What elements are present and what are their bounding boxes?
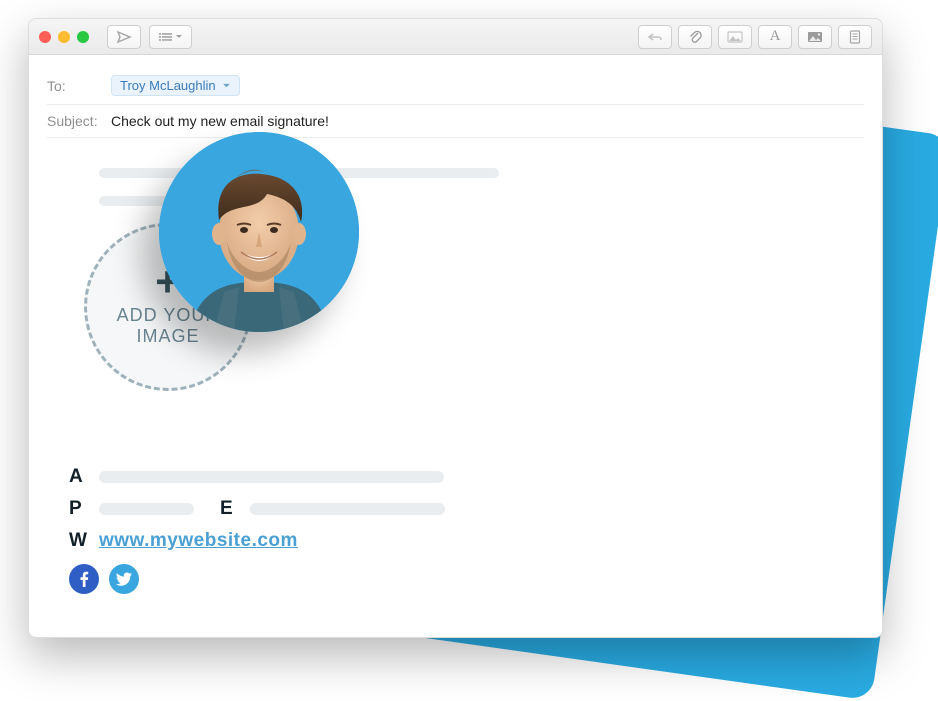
address-row: A	[69, 466, 854, 488]
avatar[interactable]	[159, 132, 359, 332]
image-picker-icon	[727, 31, 743, 43]
list-icon	[158, 32, 172, 42]
to-label: To:	[47, 78, 101, 94]
phone-placeholder	[99, 503, 194, 515]
facebook-button[interactable]	[69, 564, 99, 594]
chevron-down-icon	[222, 81, 231, 90]
compose-window: A To: Troy McLaughlin Subject: Check out…	[28, 18, 883, 638]
reply-icon	[647, 31, 663, 43]
minimize-window-button[interactable]	[58, 31, 70, 43]
attach-button[interactable]	[678, 25, 712, 49]
send-button[interactable]	[107, 25, 141, 49]
recipient-name: Troy McLaughlin	[120, 78, 216, 93]
twitter-icon	[116, 571, 132, 587]
address-placeholder	[99, 471, 444, 483]
subject-row: Subject: Check out my new email signatur…	[47, 105, 864, 138]
headers-menu-button[interactable]	[149, 25, 192, 49]
window-controls	[39, 31, 89, 43]
to-row: To: Troy McLaughlin	[47, 67, 864, 105]
email-label: E	[220, 498, 236, 520]
zoom-window-button[interactable]	[77, 31, 89, 43]
avatar-image	[159, 132, 359, 332]
compose-header: To: Troy McLaughlin Subject: Check out m…	[29, 55, 882, 138]
photo-icon	[807, 31, 823, 43]
send-icon	[116, 30, 132, 44]
email-placeholder	[250, 503, 445, 515]
subject-input[interactable]: Check out my new email signature!	[111, 113, 329, 129]
social-row	[69, 564, 854, 594]
subject-label: Subject:	[47, 113, 101, 129]
phone-email-row: P E	[69, 498, 854, 520]
stationery-button[interactable]	[838, 25, 872, 49]
attach-icon	[688, 29, 702, 45]
website-link[interactable]: www.mywebsite.com	[99, 530, 298, 552]
add-image-label-2: IMAGE	[136, 326, 199, 347]
signature-editor: + ADD YOUR IMAGE	[29, 138, 882, 624]
website-label: W	[69, 530, 85, 552]
page-icon	[849, 30, 861, 44]
website-row: W www.mywebsite.com	[69, 530, 854, 552]
twitter-button[interactable]	[109, 564, 139, 594]
facebook-icon	[76, 571, 92, 587]
font-icon: A	[770, 28, 781, 45]
format-font-button[interactable]: A	[758, 25, 792, 49]
close-window-button[interactable]	[39, 31, 51, 43]
photo-browser-button[interactable]	[798, 25, 832, 49]
address-label: A	[69, 466, 85, 488]
window-titlebar: A	[29, 19, 882, 55]
recipient-pill[interactable]: Troy McLaughlin	[111, 75, 240, 96]
chevron-down-icon	[175, 33, 183, 41]
reply-button[interactable]	[638, 25, 672, 49]
insert-image-button[interactable]	[718, 25, 752, 49]
contact-info: A P E W www.mywebsite.com	[69, 466, 854, 594]
phone-label: P	[69, 498, 85, 520]
